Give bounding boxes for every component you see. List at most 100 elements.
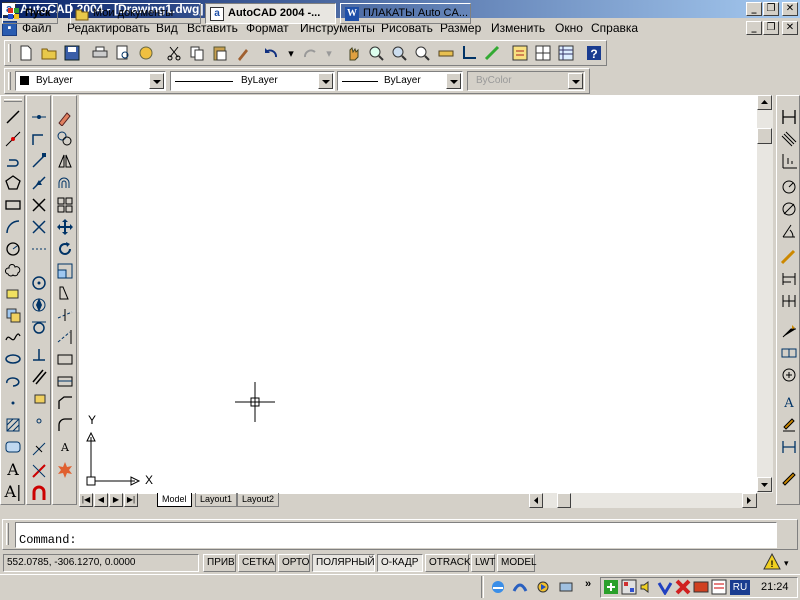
scroll-down-button[interactable] xyxy=(757,477,772,492)
menu-help[interactable]: Справка xyxy=(591,21,638,35)
outlook-express-icon[interactable] xyxy=(512,579,528,595)
model-toggle[interactable]: MODEL xyxy=(497,554,537,572)
start-button[interactable]: Пуск xyxy=(2,3,58,24)
vertical-scroll-thumb[interactable] xyxy=(757,128,772,144)
snap-extension-icon[interactable] xyxy=(28,238,50,260)
dbconnect-icon[interactable] xyxy=(555,42,577,64)
snap-none-icon[interactable] xyxy=(28,460,50,482)
break-icon[interactable] xyxy=(54,370,76,392)
clock[interactable]: 21:24 xyxy=(761,581,789,593)
tray-app-icon-1[interactable] xyxy=(603,579,619,595)
offset-icon[interactable] xyxy=(54,172,76,194)
spline-curve-icon[interactable] xyxy=(2,326,24,348)
print-preview-icon[interactable] xyxy=(112,42,134,64)
undo-dropdown-icon[interactable]: ▾ xyxy=(285,42,297,64)
ordinate-dimension-icon[interactable] xyxy=(778,150,800,172)
tray-app-icon-3[interactable] xyxy=(657,579,673,596)
color-control-dropdown[interactable]: ByLayer xyxy=(15,71,166,91)
polyline-icon[interactable] xyxy=(2,150,24,172)
snap-perpendicular-icon[interactable] xyxy=(28,344,50,366)
command-window-grip[interactable] xyxy=(6,523,9,545)
chevron-down-icon[interactable] xyxy=(568,73,583,89)
center-mark-icon[interactable] xyxy=(778,364,800,386)
publish-icon[interactable] xyxy=(135,42,157,64)
explode-icon[interactable] xyxy=(54,458,76,480)
internet-explorer-icon[interactable] xyxy=(490,579,506,595)
scroll-up-button[interactable] xyxy=(757,95,772,110)
polygon-icon[interactable] xyxy=(2,172,24,194)
language-indicator[interactable]: RU xyxy=(730,580,750,595)
menu-modify[interactable]: Изменить xyxy=(491,21,545,35)
snap-midpoint-icon[interactable] xyxy=(28,172,50,194)
tolerance-icon[interactable] xyxy=(778,342,800,364)
chevron-down-icon[interactable] xyxy=(446,73,461,89)
rectangle-icon[interactable] xyxy=(2,194,24,216)
quicklaunch-more-icon[interactable]: » xyxy=(585,578,597,594)
single-line-text-icon[interactable]: A| xyxy=(2,480,24,502)
snap-nearest-icon[interactable] xyxy=(28,438,50,460)
tool-palettes-icon[interactable] xyxy=(532,42,554,64)
help-icon[interactable]: ? xyxy=(583,42,605,64)
horizontal-scroll-thumb[interactable] xyxy=(557,493,571,508)
osnap-settings-icon[interactable] xyxy=(28,482,50,504)
media-player-icon[interactable] xyxy=(535,579,551,595)
dimension-edit-icon[interactable]: A xyxy=(778,392,800,414)
snap-apparent-intersect-icon[interactable] xyxy=(28,216,50,238)
snap-from-icon[interactable] xyxy=(28,128,50,150)
insert-block-icon[interactable] xyxy=(2,304,24,326)
zoom-realtime-icon[interactable] xyxy=(365,42,387,64)
next-tab-button[interactable]: ▶ xyxy=(109,493,123,507)
properties-icon[interactable] xyxy=(509,42,531,64)
toolbar-grip[interactable] xyxy=(8,44,11,62)
extend-icon[interactable] xyxy=(54,326,76,348)
redo-dropdown-icon[interactable]: ▾ xyxy=(323,42,335,64)
snap-center-icon[interactable] xyxy=(28,272,50,294)
plotstyle-control-dropdown[interactable]: ByColor xyxy=(467,71,585,91)
scroll-right-button[interactable] xyxy=(742,493,757,508)
chamfer-icon[interactable] xyxy=(54,392,76,414)
tray-app-icon-5[interactable] xyxy=(711,579,727,595)
move-icon[interactable] xyxy=(54,216,76,238)
toolbar-grip[interactable] xyxy=(4,99,22,102)
drawing-area[interactable]: Y X xyxy=(79,95,757,494)
erase-icon[interactable] xyxy=(54,106,76,128)
tab-model[interactable]: Model xyxy=(157,493,192,507)
region-icon[interactable] xyxy=(2,436,24,458)
save-icon[interactable] xyxy=(61,42,83,64)
hatch-icon[interactable] xyxy=(2,414,24,436)
polar-toggle[interactable]: ПОЛЯРНЫЙ xyxy=(312,554,375,572)
match-properties-icon[interactable] xyxy=(232,42,254,64)
tray-app-icon-4[interactable] xyxy=(693,579,709,595)
angular-dimension-icon[interactable] xyxy=(778,220,800,242)
antivirus-icon[interactable] xyxy=(675,579,691,595)
print-icon[interactable] xyxy=(89,42,111,64)
ucs-icon[interactable] xyxy=(458,42,480,64)
snap-endpoint-icon[interactable] xyxy=(28,150,50,172)
mirror-icon[interactable] xyxy=(54,150,76,172)
temp-track-point-icon[interactable] xyxy=(28,106,50,128)
task-my-documents[interactable]: Мои документы xyxy=(70,3,201,24)
tab-layout1[interactable]: Layout1 xyxy=(195,493,238,507)
cut-icon[interactable] xyxy=(163,42,185,64)
linetype-control-dropdown[interactable]: ByLayer xyxy=(170,71,335,91)
break-at-point-icon[interactable] xyxy=(54,348,76,370)
scroll-left-button[interactable] xyxy=(529,493,543,508)
copy-icon[interactable] xyxy=(186,42,208,64)
tray-app-icon-2[interactable] xyxy=(621,579,637,595)
quick-leader-icon[interactable] xyxy=(778,320,800,342)
chevron-down-icon[interactable] xyxy=(149,73,164,89)
restore-button[interactable]: ❐ xyxy=(763,2,779,16)
command-line[interactable]: Command: xyxy=(15,522,777,548)
task-autocad[interactable]: a AutoCAD 2004 -... xyxy=(205,3,336,24)
task-word-document[interactable]: W ПЛАКАТЫ Auto CA... xyxy=(340,3,471,24)
redo-icon[interactable] xyxy=(299,42,321,64)
point-icon[interactable] xyxy=(2,392,24,414)
construction-line-icon[interactable] xyxy=(2,128,24,150)
undo-icon[interactable] xyxy=(260,42,282,64)
edit-text-icon[interactable]: A xyxy=(54,436,76,458)
ellipse-icon[interactable] xyxy=(2,348,24,370)
line-icon[interactable] xyxy=(2,106,24,128)
dimension-text-edit-icon[interactable] xyxy=(778,414,800,436)
toolbar-grip[interactable] xyxy=(8,72,11,90)
pan-realtime-icon[interactable] xyxy=(342,42,364,64)
